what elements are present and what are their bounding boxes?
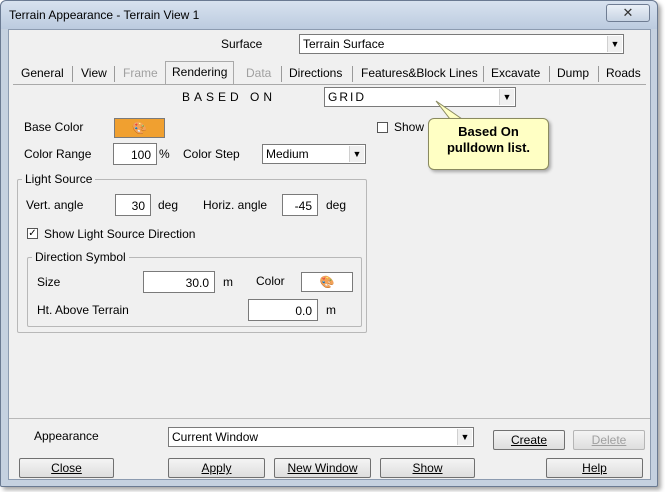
tab-frame: Frame xyxy=(123,66,158,80)
tab-divider xyxy=(352,66,353,82)
tab-divider xyxy=(483,66,484,82)
ht-above-terrain-label: Ht. Above Terrain xyxy=(37,303,129,317)
tab-rendering[interactable]: Rendering xyxy=(165,61,235,85)
close-window-button[interactable]: ✕ xyxy=(606,4,650,22)
window-title: Terrain Appearance - Terrain View 1 xyxy=(9,8,200,22)
horiz-angle-input[interactable]: -45 xyxy=(282,194,318,216)
apply-button-label: Apply xyxy=(201,461,232,475)
show-checkbox[interactable] xyxy=(377,122,388,133)
symbol-size-value: 30.0 xyxy=(185,276,209,290)
tab-divider xyxy=(72,66,73,82)
new-window-button-label: New Window xyxy=(287,461,358,475)
symbol-size-unit: m xyxy=(223,275,233,289)
close-button[interactable]: Close xyxy=(19,458,114,478)
tab-divider xyxy=(114,66,115,82)
tab-dump[interactable]: Dump xyxy=(551,63,595,85)
tooltip-line-2: pulldown list. xyxy=(446,140,531,155)
tab-strip: General View Frame Rendering Data Direct… xyxy=(13,61,647,85)
chevron-down-icon[interactable]: ▼ xyxy=(607,36,622,52)
light-source-title: Light Source xyxy=(22,172,96,186)
vert-angle-input[interactable]: 30 xyxy=(115,194,151,216)
appearance-dropdown[interactable]: Current Window ▼ xyxy=(168,427,474,447)
color-picker-icon: 🎨 xyxy=(319,275,335,289)
show-button-label: Show xyxy=(412,461,443,475)
direction-symbol-group: Direction Symbol Size 30.0 m Color 🎨 Ht.… xyxy=(27,250,362,327)
direction-symbol-title: Direction Symbol xyxy=(32,250,129,264)
tab-features-block-lines[interactable]: Features&Block Lines xyxy=(355,63,484,85)
tooltip-line-1: Based On xyxy=(458,124,519,139)
color-range-input[interactable]: 100 xyxy=(113,143,157,165)
based-on-label: BASED ON xyxy=(182,90,277,104)
tab-roads[interactable]: Roads xyxy=(600,63,647,85)
based-on-value: GRID xyxy=(328,90,366,104)
tab-data: Data xyxy=(246,66,272,80)
new-window-button[interactable]: New Window xyxy=(274,458,371,478)
help-button[interactable]: Help xyxy=(546,458,643,478)
vert-angle-value: 30 xyxy=(131,199,145,213)
surface-value: Terrain Surface xyxy=(303,37,385,51)
create-button-label: Create xyxy=(510,433,548,447)
dialog-client-area: Surface Terrain Surface ▼ General View F… xyxy=(8,29,651,480)
chevron-down-icon[interactable]: ▼ xyxy=(499,89,514,105)
ht-above-terrain-input[interactable]: 0.0 xyxy=(248,299,318,321)
vert-angle-unit: deg xyxy=(158,198,179,212)
based-on-tooltip: Based On pulldown list. xyxy=(428,118,549,170)
vert-angle-label: Vert. angle xyxy=(26,198,84,212)
checkmark-icon: ✓ xyxy=(28,228,37,239)
show-light-direction-label: Show Light Source Direction xyxy=(44,227,196,241)
horiz-angle-label: Horiz. angle xyxy=(203,198,268,212)
dialog-window: Terrain Appearance - Terrain View 1 ✕ Su… xyxy=(0,0,658,487)
color-range-label: Color Range xyxy=(24,147,92,161)
delete-button-label: Delete xyxy=(591,433,627,447)
color-step-dropdown[interactable]: Medium ▼ xyxy=(262,144,366,164)
color-range-unit: % xyxy=(159,147,170,161)
ht-above-terrain-value: 0.0 xyxy=(295,304,312,318)
horiz-angle-unit: deg xyxy=(326,198,347,212)
horiz-angle-value: -45 xyxy=(294,199,312,213)
tab-view[interactable]: View xyxy=(75,63,113,85)
symbol-size-label: Size xyxy=(37,275,61,289)
color-step-label: Color Step xyxy=(183,147,240,161)
tab-divider xyxy=(598,66,599,82)
create-button[interactable]: Create xyxy=(493,430,565,450)
delete-button: Delete xyxy=(573,430,645,450)
tab-divider xyxy=(281,66,282,82)
color-step-value: Medium xyxy=(266,147,309,161)
chevron-down-icon[interactable]: ▼ xyxy=(457,429,472,445)
appearance-value: Current Window xyxy=(172,430,259,444)
chevron-down-icon[interactable]: ▼ xyxy=(349,146,364,162)
close-button-label: Close xyxy=(51,461,82,475)
symbol-color-label: Color xyxy=(256,274,285,288)
bottom-divider xyxy=(9,418,650,419)
ht-above-terrain-unit: m xyxy=(326,303,336,317)
tab-excavate[interactable]: Excavate xyxy=(485,63,546,85)
appearance-label: Appearance xyxy=(34,429,99,443)
help-button-label: Help xyxy=(582,461,607,475)
light-source-group: Light Source Vert. angle 30 deg Horiz. a… xyxy=(17,172,367,333)
show-button[interactable]: Show xyxy=(380,458,475,478)
color-picker-icon: 🎨 xyxy=(132,121,147,135)
show-light-direction-checkbox[interactable]: ✓ xyxy=(27,228,38,239)
apply-button[interactable]: Apply xyxy=(168,458,265,478)
title-bar[interactable]: Terrain Appearance - Terrain View 1 ✕ xyxy=(1,1,657,29)
close-icon: ✕ xyxy=(622,5,634,20)
symbol-color-button[interactable]: 🎨 xyxy=(301,272,353,292)
surface-label: Surface xyxy=(221,37,263,51)
base-color-button[interactable]: 🎨 xyxy=(114,118,165,138)
tab-directions[interactable]: Directions xyxy=(283,63,348,85)
surface-dropdown[interactable]: Terrain Surface ▼ xyxy=(299,34,624,54)
tab-panel-border xyxy=(13,84,646,85)
base-color-label: Base Color xyxy=(24,120,84,134)
based-on-dropdown[interactable]: GRID ▼ xyxy=(324,87,516,107)
color-range-value: 100 xyxy=(130,148,151,162)
tab-general[interactable]: General xyxy=(15,63,70,85)
tab-divider xyxy=(549,66,550,82)
symbol-size-input[interactable]: 30.0 xyxy=(143,271,215,293)
